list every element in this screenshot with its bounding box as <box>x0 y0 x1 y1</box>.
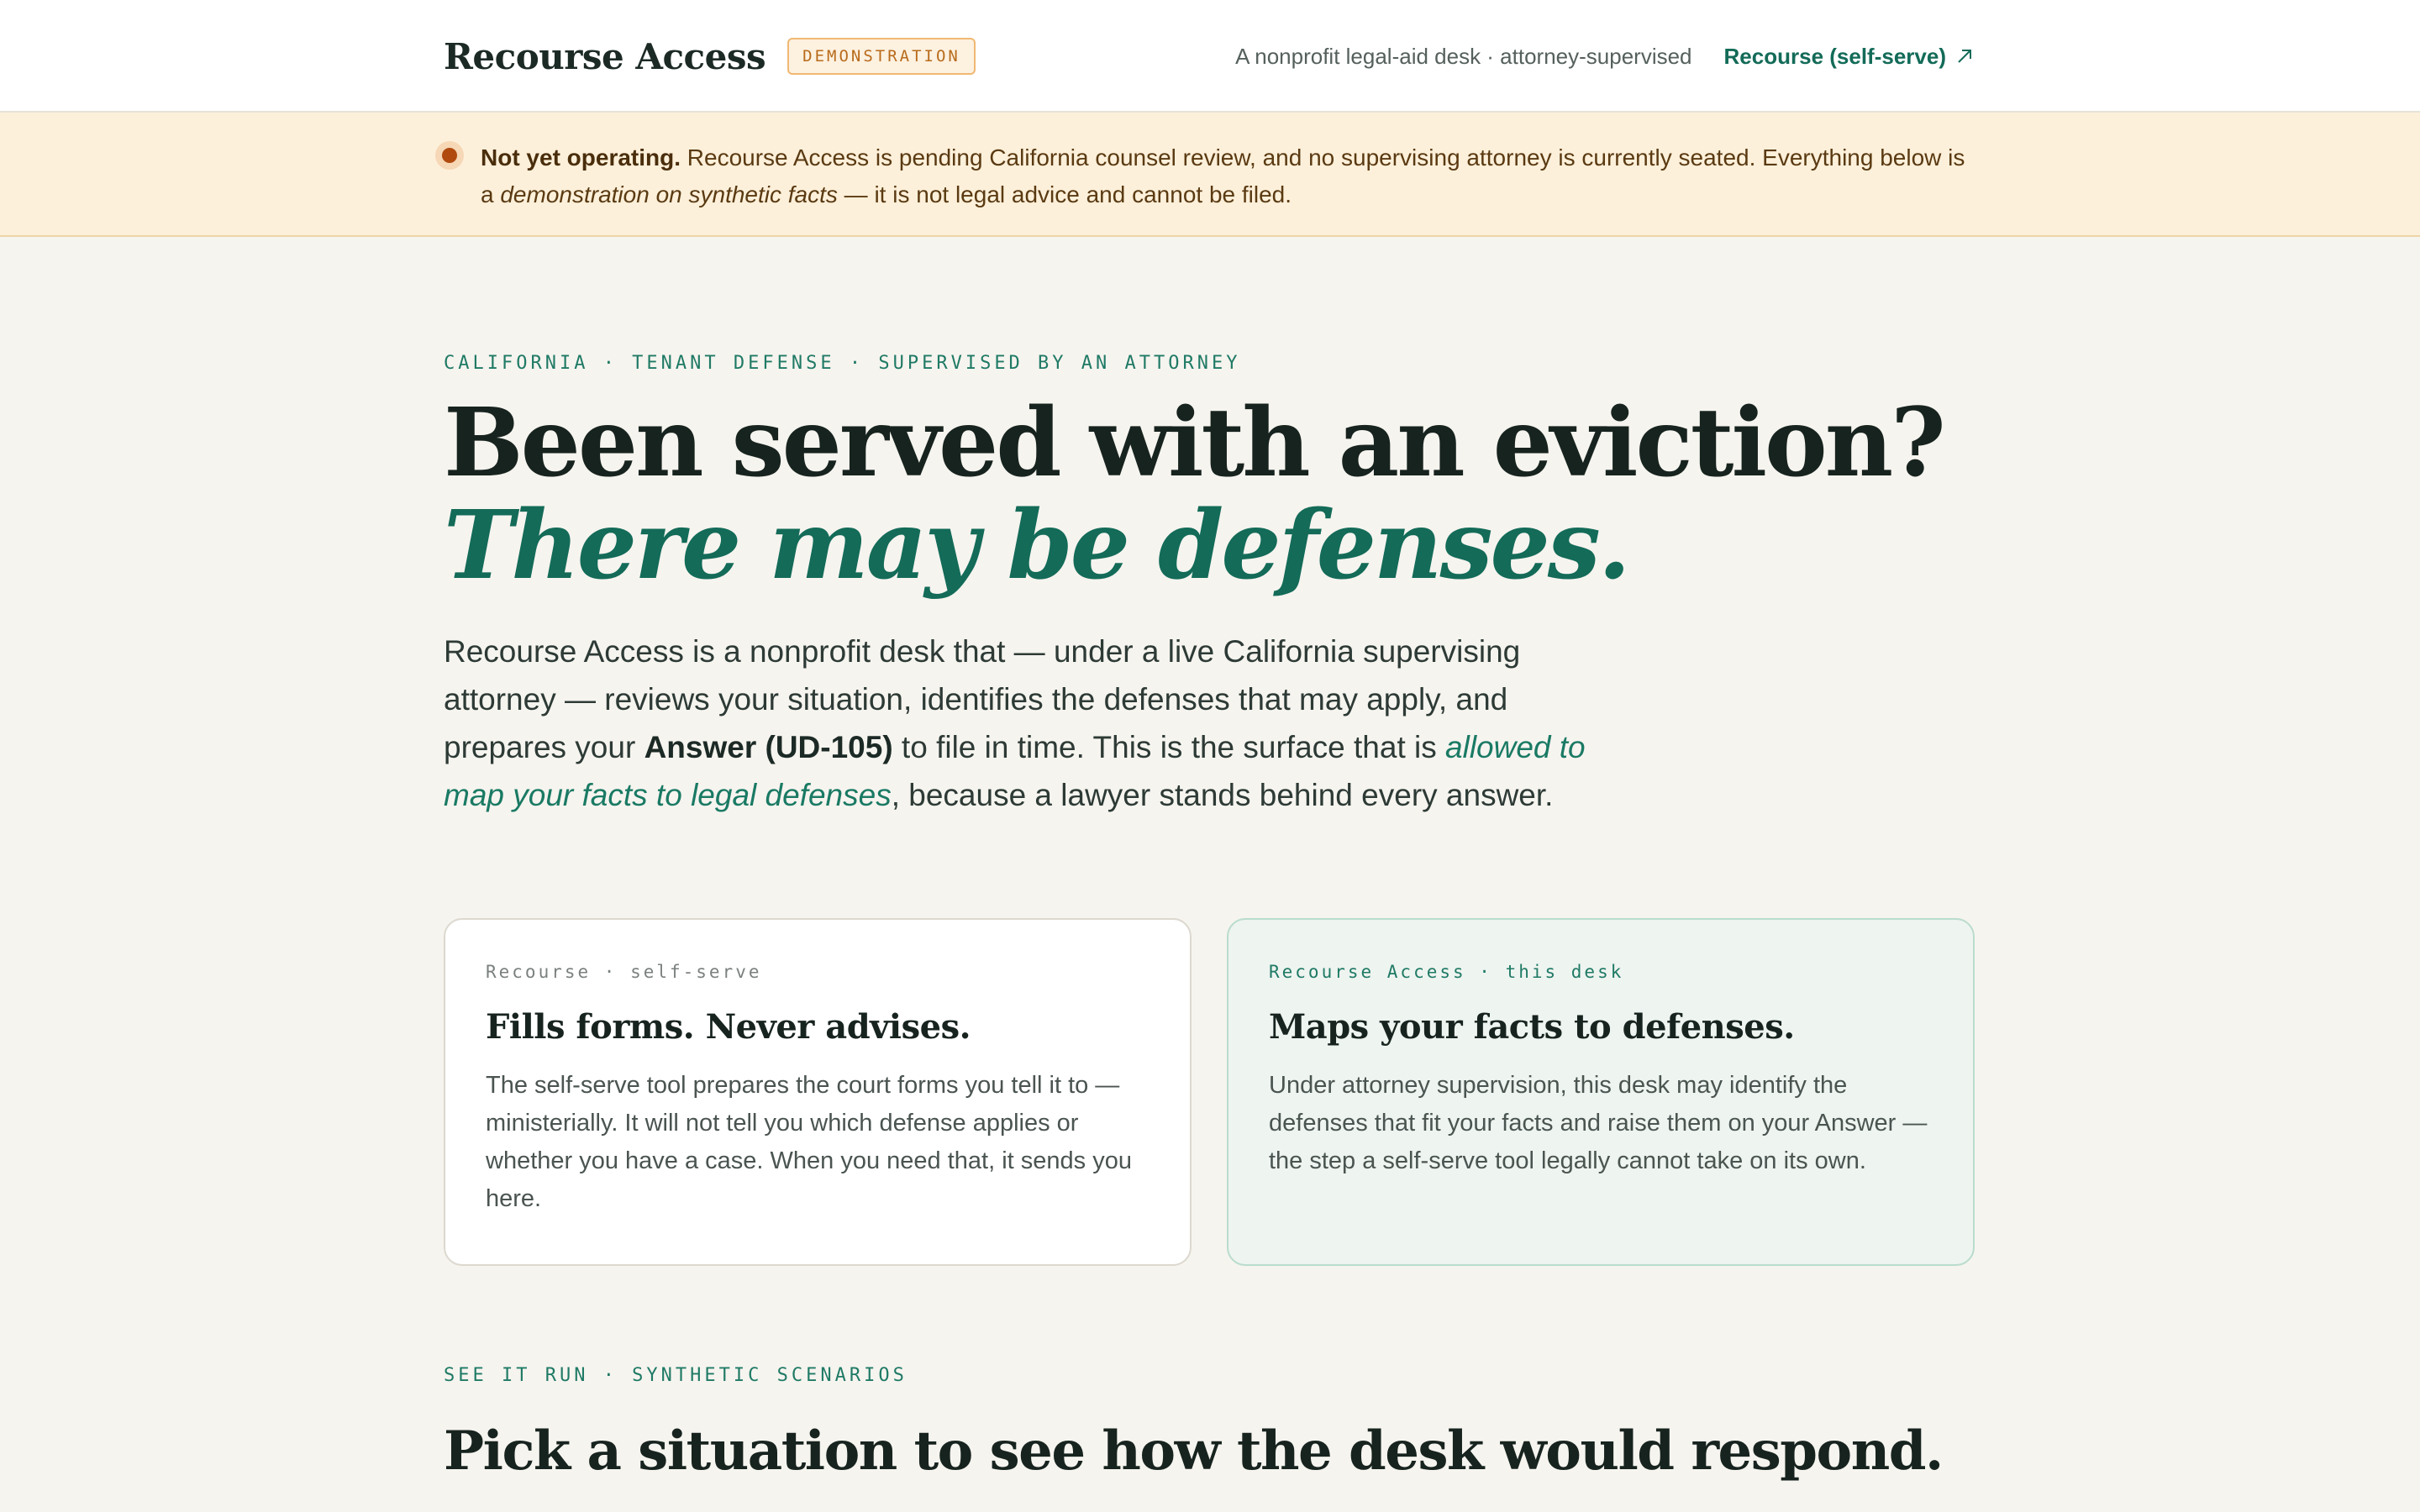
external-arrow-icon <box>1958 50 1971 63</box>
status-banner-lead: Not yet operating. <box>481 144 681 171</box>
hero-eyebrow: CALIFORNIA · TENANT DEFENSE · SUPERVISED… <box>444 353 1241 374</box>
self-serve-card: Recourse · self-serve Fills forms. Never… <box>444 918 1192 1266</box>
main-content: CALIFORNIA · TENANT DEFENSE · SUPERVISED… <box>444 353 1975 1483</box>
scenarios-eyebrow: SEE IT RUN · SYNTHETIC SCENARIOS <box>444 1365 908 1386</box>
hero-title-plain: Been served with an eviction? <box>444 388 1946 498</box>
demonstration-badge: DEMONSTRATION <box>787 38 976 75</box>
hero-title-accent: There may be defenses. <box>444 491 1631 601</box>
comparison-cards: Recourse · self-serve Fills forms. Never… <box>444 918 1975 1266</box>
status-banner-text: Not yet operating. Recourse Access is pe… <box>481 139 1975 213</box>
status-banner: Not yet operating. Recourse Access is pe… <box>0 113 2420 237</box>
scenarios-title: Pick a situation to see how the desk wou… <box>444 1420 1944 1483</box>
hero-lede: Recourse Access is a nonprofit desk that… <box>444 627 1637 819</box>
status-banner-part: — it is not legal advice and cannot be f… <box>837 181 1292 207</box>
lede-part: , because a lawyer stands behind every a… <box>891 778 1554 812</box>
desk-card: Recourse Access · this desk Maps your fa… <box>1227 918 1975 1266</box>
card-kicker: Recourse Access · this desk <box>1269 962 1624 982</box>
header-tagline: A nonprofit legal-aid desk · attorney-su… <box>1235 43 1692 69</box>
hero-title: Been served with an eviction? There may … <box>444 392 1975 597</box>
card-kicker: Recourse · self-serve <box>486 962 762 982</box>
status-banner-emphasis: demonstration on synthetic facts <box>500 181 838 207</box>
self-serve-link-label: Recourse (self-serve) <box>1723 43 1946 69</box>
status-dot-icon <box>435 141 464 170</box>
card-title: Fills forms. Never advises. <box>486 1007 971 1047</box>
card-title: Maps your facts to defenses. <box>1269 1007 1795 1047</box>
card-body: Under attorney supervision, this desk ma… <box>1269 1072 1928 1174</box>
lede-part: to file in time. This is the surface tha… <box>892 730 1446 764</box>
brand-logo[interactable]: Recourse Access <box>444 36 766 77</box>
card-body: The self-serve tool prepares the court f… <box>486 1072 1132 1212</box>
lede-form-name: Answer (UD-105) <box>644 730 893 764</box>
self-serve-link[interactable]: Recourse (self-serve) <box>1724 44 1975 70</box>
top-bar: Recourse Access DEMONSTRATION A nonprofi… <box>0 0 2420 113</box>
